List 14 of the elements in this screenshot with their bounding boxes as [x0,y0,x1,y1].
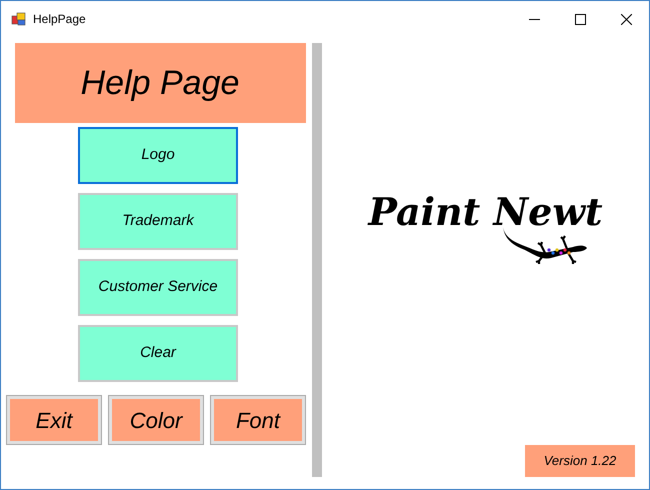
menu-button[interactable]: Trademark [78,193,238,250]
close-icon [620,14,632,24]
maximize-icon [574,14,586,24]
action-button[interactable]: Font [211,396,305,444]
page-header: Help Page [14,43,306,123]
logo-text: Paint Newt [368,193,603,231]
app-icon [11,11,27,27]
action-button[interactable]: Exit [7,396,101,444]
action-button[interactable]: Color [109,396,203,444]
window-title: HelpPage [33,11,86,28]
version-label: Version 1.22 [525,445,635,477]
menu-button[interactable]: Customer Service [78,259,238,316]
menu-button[interactable]: Logo [78,127,238,184]
menu-button[interactable]: Clear [78,325,238,382]
